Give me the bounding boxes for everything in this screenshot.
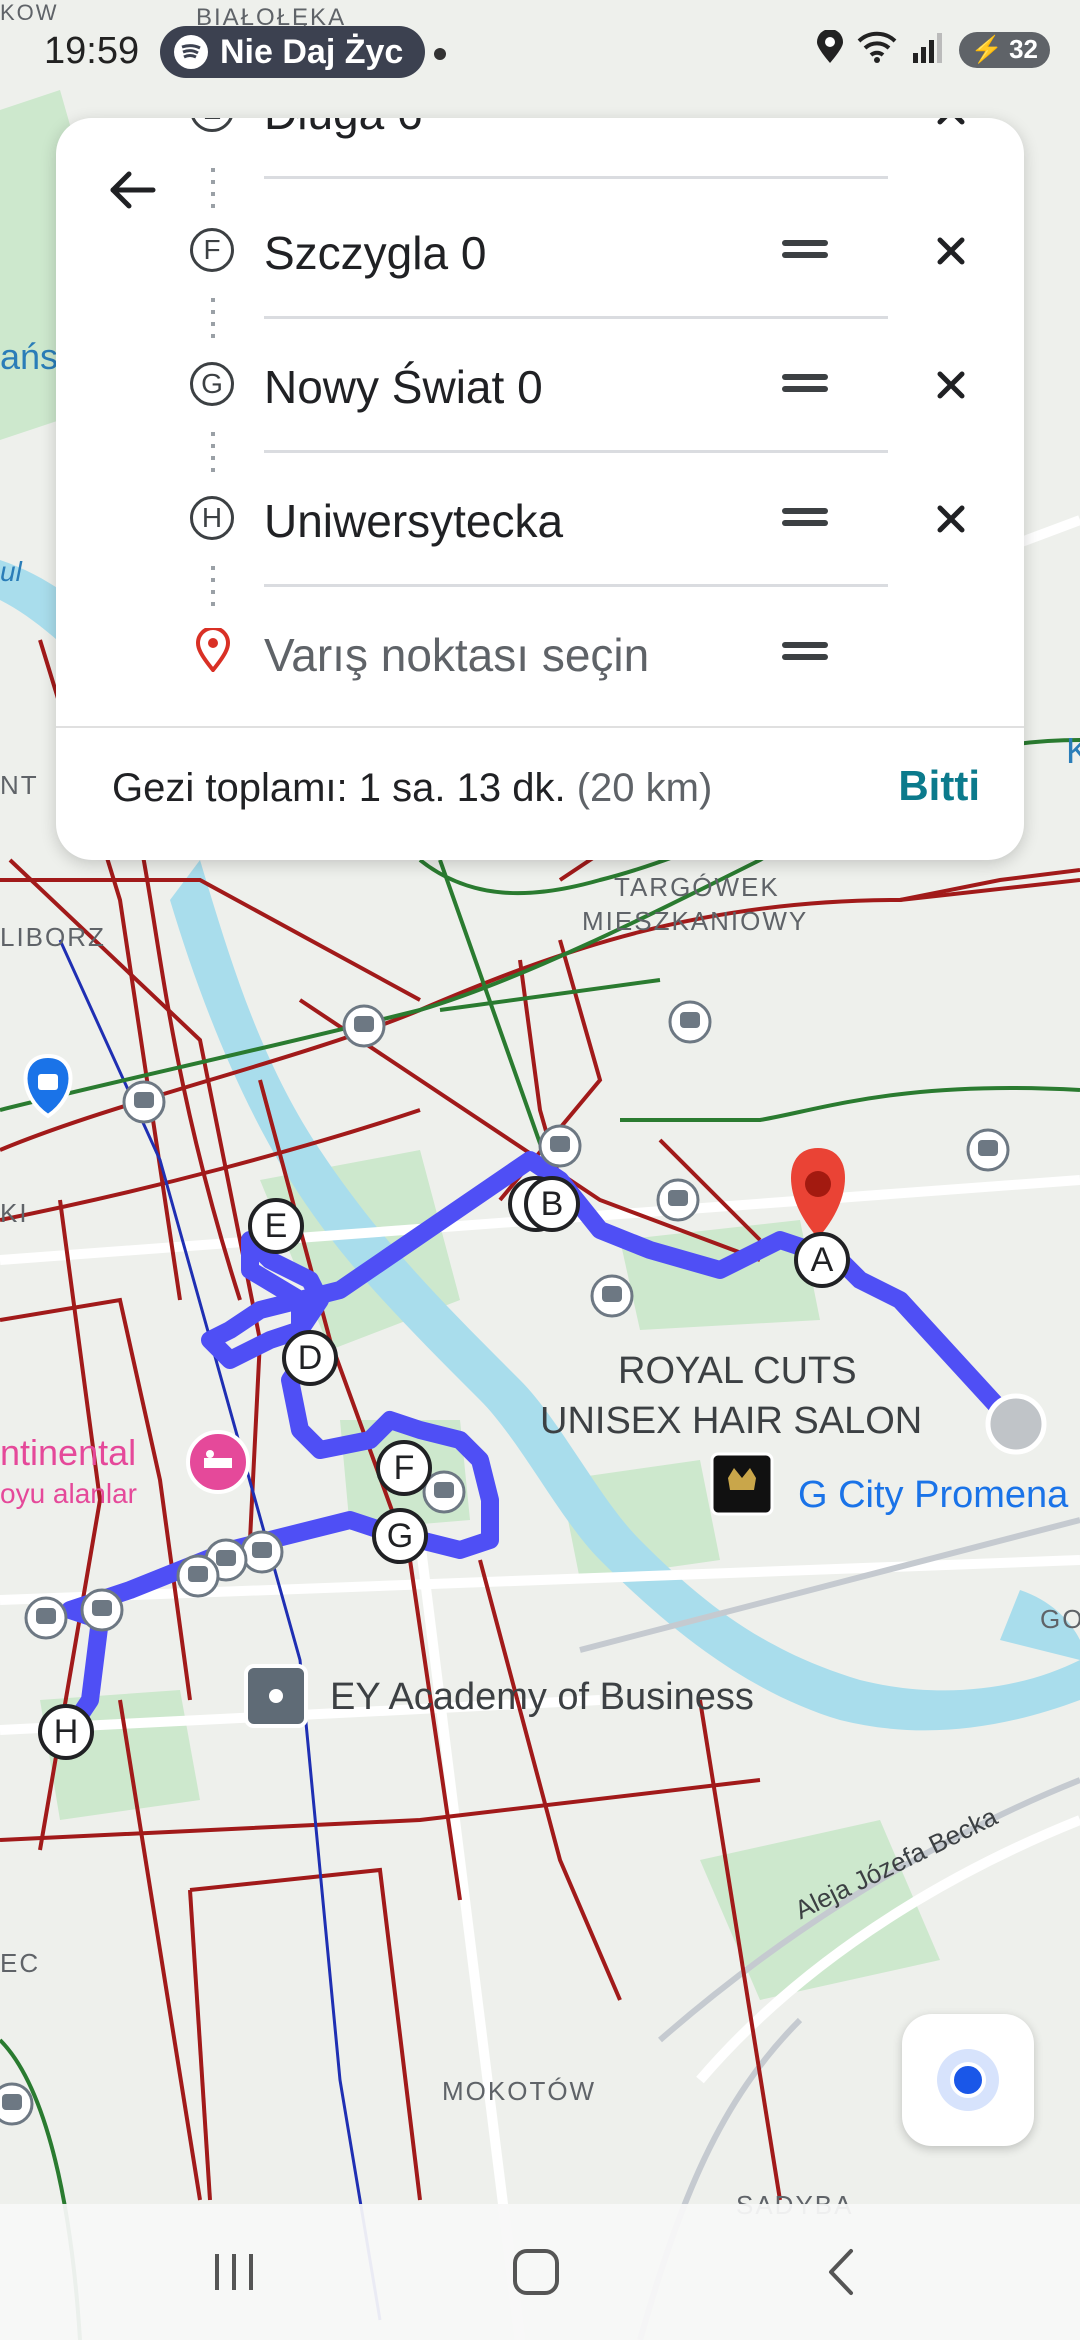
- business-pin-icon: [244, 1664, 308, 1728]
- close-icon: [937, 237, 965, 265]
- route-editor-card: E Długa 6 F Szczygla 0 G Nowy Świat 0 H …: [56, 118, 1024, 860]
- remove-stop-button[interactable]: [926, 226, 976, 276]
- poi-royal-cuts-type[interactable]: UNISEX HAIR SALON: [540, 1400, 922, 1443]
- current-location-start: [985, 1393, 1047, 1455]
- drag-handle-icon[interactable]: [782, 502, 832, 536]
- stop-marker-f: F: [190, 228, 234, 272]
- marker-h[interactable]: H: [38, 1704, 94, 1760]
- area-label-ans: ańs: [0, 336, 59, 377]
- stop-name-f[interactable]: Szczygla 0: [264, 226, 486, 280]
- area-label-targowek: TARGÓWEK: [614, 872, 780, 902]
- battery-charging-icon: ⚡: [970, 34, 1004, 64]
- poi-continental-type[interactable]: oyu alanlar: [0, 1478, 137, 1510]
- back-nav-button[interactable]: [800, 2242, 880, 2302]
- status-bar: 19:59 Nie Daj Życ ⚡ 32: [0, 0, 1080, 110]
- home-button[interactable]: [496, 2242, 576, 2302]
- done-button[interactable]: Bitti: [898, 762, 980, 810]
- marker-e[interactable]: E: [248, 1198, 304, 1254]
- stop-row-e[interactable]: E Długa 6: [56, 118, 1024, 179]
- drag-handle-icon[interactable]: [782, 118, 832, 128]
- trip-duration: 1 sa. 13 dk.: [358, 766, 566, 810]
- battery-indicator: ⚡ 32: [958, 31, 1050, 68]
- area-label-mokotow: MOKOTÓW: [442, 2076, 597, 2106]
- status-icons: ⚡ 32: [816, 29, 1050, 69]
- drag-handle-icon[interactable]: [782, 636, 832, 670]
- destination-pin-icon: [195, 626, 231, 677]
- home-icon: [513, 2249, 559, 2295]
- location-icon: [816, 29, 843, 69]
- status-time: 19:59: [44, 30, 140, 72]
- remove-stop-button[interactable]: [926, 494, 976, 544]
- poi-g-city[interactable]: G City Promena: [798, 1474, 1068, 1517]
- area-label-nt: NT: [0, 770, 39, 800]
- signal-icon: [911, 31, 945, 68]
- drag-handle-icon[interactable]: [782, 234, 832, 268]
- marker-d[interactable]: D: [282, 1330, 338, 1386]
- remove-stop-button[interactable]: [926, 360, 976, 410]
- destination-row[interactable]: Varış noktası seçin: [56, 584, 1024, 718]
- area-label-ki: KI: [0, 1198, 29, 1228]
- area-label-liborz: LIBORZ: [0, 922, 106, 952]
- poi-royal-cuts-name[interactable]: ROYAL CUTS: [618, 1350, 857, 1393]
- my-location-button[interactable]: [902, 2014, 1034, 2146]
- stop-marker-h: H: [190, 496, 234, 540]
- my-location-icon: [937, 2049, 999, 2111]
- stop-row-h[interactable]: H Uniwersytecka: [56, 450, 1024, 587]
- stop-list: E Długa 6 F Szczygla 0 G Nowy Świat 0 H …: [56, 118, 1024, 718]
- stop-name-e[interactable]: Długa 6: [264, 118, 423, 140]
- stop-row-f[interactable]: F Szczygla 0: [56, 182, 1024, 319]
- card-divider: [56, 726, 1024, 728]
- battery-level: 32: [1009, 34, 1038, 64]
- remove-stop-button[interactable]: [926, 118, 976, 136]
- spotify-icon: [174, 35, 208, 69]
- marker-a[interactable]: A: [794, 1232, 850, 1288]
- drag-handle-icon[interactable]: [782, 368, 832, 402]
- recent-apps-button[interactable]: [194, 2242, 274, 2302]
- stop-name-g[interactable]: Nowy Świat 0: [264, 360, 543, 414]
- salon-logo-icon: [710, 1452, 774, 1516]
- notification-dot-icon: [434, 48, 446, 60]
- recents-icon: [215, 2254, 253, 2290]
- trip-summary-label: Gezi toplamı:: [112, 766, 348, 810]
- marker-f[interactable]: F: [376, 1440, 432, 1496]
- close-icon: [937, 505, 965, 533]
- stop-marker-e: E: [190, 118, 234, 132]
- poi-continental-name[interactable]: ntinental: [0, 1432, 136, 1474]
- area-label-mieszkaniowy: MIESZKANIOWY: [582, 906, 809, 936]
- poi-ey-academy[interactable]: EY Academy of Business: [330, 1676, 754, 1719]
- stop-row-g[interactable]: G Nowy Świat 0: [56, 316, 1024, 453]
- stop-divider: [264, 176, 888, 179]
- close-icon: [937, 371, 965, 399]
- area-label-ul: ul: [0, 556, 22, 587]
- destination-input[interactable]: Varış noktası seçin: [264, 628, 649, 682]
- stop-marker-g: G: [190, 362, 234, 406]
- hotel-pin-icon: [186, 1430, 250, 1494]
- trip-summary: Gezi toplamı: 1 sa. 13 dk. (20 km): [112, 766, 712, 811]
- stop-name-h[interactable]: Uniwersytecka: [264, 494, 563, 548]
- trip-distance: (20 km): [576, 766, 713, 810]
- area-label-k: K: [1066, 730, 1080, 771]
- marker-g[interactable]: G: [372, 1508, 428, 1564]
- media-chip[interactable]: Nie Daj Życ: [160, 26, 426, 78]
- back-chevron-icon: [829, 2249, 853, 2295]
- wifi-icon: [857, 31, 897, 68]
- marker-b[interactable]: B: [524, 1176, 580, 1232]
- close-icon: [937, 118, 965, 125]
- system-nav-bar: [0, 2204, 1080, 2340]
- area-label-ec: EC: [0, 1948, 41, 1978]
- media-title: Nie Daj Życ: [220, 32, 404, 71]
- area-label-gocl: GOCŁ: [1040, 1604, 1080, 1634]
